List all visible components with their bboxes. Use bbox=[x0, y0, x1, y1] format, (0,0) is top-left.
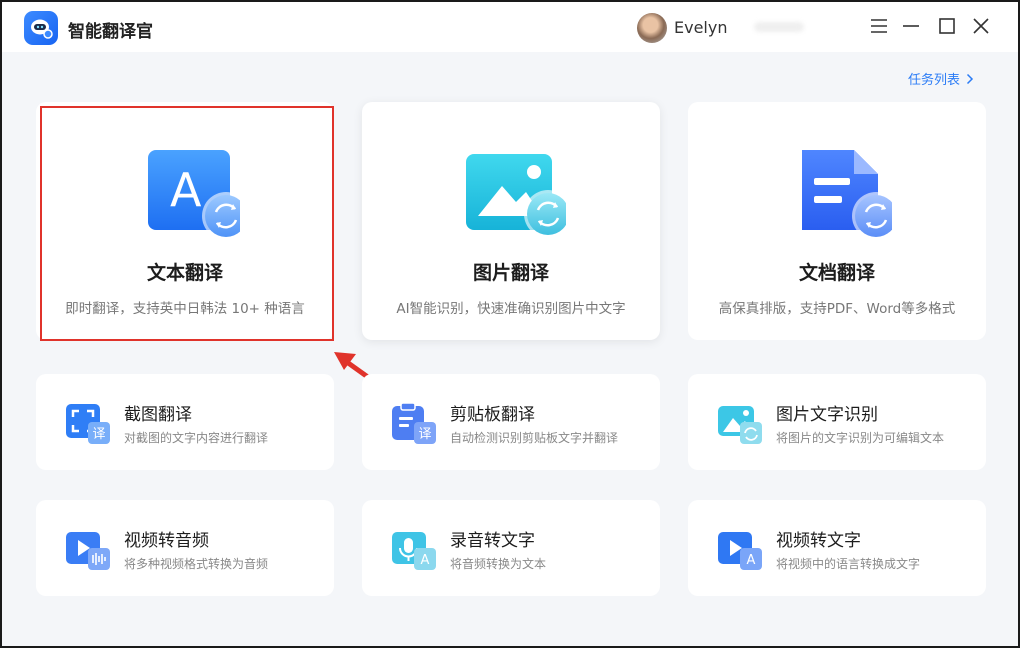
user-name[interactable]: Evelyn bbox=[674, 18, 727, 37]
text-translate-icon: A bbox=[130, 146, 250, 246]
video-to-audio-card[interactable]: 视频转音频 将多种视频格式转换为音频 bbox=[36, 500, 334, 596]
video-to-text-icon: A bbox=[716, 528, 764, 572]
card-description: 将视频中的语言转换成文字 bbox=[776, 557, 921, 571]
card-description: 将多种视频格式转换为音频 bbox=[124, 557, 269, 571]
badge-text: 译 bbox=[92, 427, 105, 442]
app-logo-icon bbox=[24, 11, 58, 45]
card-description: 将图片的文字识别为可编辑文本 bbox=[776, 431, 945, 445]
image-ocr-icon bbox=[716, 402, 764, 446]
task-list-link[interactable]: 任务列表 bbox=[908, 69, 974, 88]
card-title: 文本翻译 bbox=[146, 262, 223, 284]
minimize-icon[interactable] bbox=[900, 15, 922, 37]
menu-icon[interactable] bbox=[868, 15, 890, 37]
card-title: 视频转文字 bbox=[776, 531, 861, 551]
chevron-right-icon bbox=[966, 73, 974, 84]
card-description: 自动检测识别剪贴板文字并翻译 bbox=[450, 431, 619, 445]
document-translate-icon bbox=[782, 146, 900, 246]
badge-text: A bbox=[421, 553, 430, 568]
card-description: 对截图的文字内容进行翻译 bbox=[124, 431, 269, 445]
video-to-text-card[interactable]: A 视频转文字 将视频中的语言转换成文字 bbox=[688, 500, 986, 596]
blurred-area bbox=[754, 22, 804, 32]
clipboard-translate-icon: 译 bbox=[390, 402, 438, 446]
audio-to-text-icon: A bbox=[390, 528, 438, 572]
card-title: 视频转音频 bbox=[124, 531, 209, 551]
card-description: 高保真排版，支持PDF、Word等多格式 bbox=[718, 301, 956, 317]
app-title: 智能翻译官 bbox=[68, 22, 153, 42]
clipboard-translate-card[interactable]: 译 剪贴板翻译 自动检测识别剪贴板文字并翻译 bbox=[362, 374, 660, 470]
user-avatar[interactable] bbox=[637, 13, 667, 43]
video-to-audio-icon bbox=[64, 528, 112, 572]
card-title: 剪贴板翻译 bbox=[450, 405, 535, 425]
maximize-icon[interactable] bbox=[936, 15, 958, 37]
card-description: 即时翻译，支持英中日韩法 10+ 种语言 bbox=[65, 301, 305, 317]
card-title: 录音转文字 bbox=[450, 531, 535, 551]
screenshot-translate-icon: 译 bbox=[64, 402, 112, 446]
card-title: 文档翻译 bbox=[798, 262, 875, 284]
card-description: AI智能识别，快速准确识别图片中文字 bbox=[396, 301, 626, 317]
card-title: 图片翻译 bbox=[472, 262, 549, 284]
image-ocr-card[interactable]: 图片文字识别 将图片的文字识别为可编辑文本 bbox=[688, 374, 986, 470]
title-bar: 智能翻译官 Evelyn bbox=[2, 2, 1018, 52]
screenshot-translate-card[interactable]: 译 截图翻译 对截图的文字内容进行翻译 bbox=[36, 374, 334, 470]
card-title: 截图翻译 bbox=[124, 405, 192, 425]
task-list-label: 任务列表 bbox=[908, 73, 961, 88]
document-translate-card[interactable]: 文档翻译 高保真排版，支持PDF、Word等多格式 bbox=[688, 102, 986, 340]
image-translate-icon bbox=[456, 146, 572, 246]
svg-text:A: A bbox=[170, 163, 202, 217]
audio-to-text-card[interactable]: A 录音转文字 将音频转换为文本 bbox=[362, 500, 660, 596]
badge-text: A bbox=[747, 553, 756, 568]
badge-text: 译 bbox=[418, 427, 431, 442]
card-title: 图片文字识别 bbox=[776, 405, 878, 425]
text-translate-card[interactable]: A 文本翻译 即时翻译，支持英中日韩法 10+ 种语言 bbox=[36, 102, 334, 340]
card-description: 将音频转换为文本 bbox=[450, 557, 547, 571]
close-icon[interactable] bbox=[970, 15, 992, 37]
app-window: 智能翻译官 Evelyn 任务列表 A 文本翻译 即时翻译，支持英中日韩法 10… bbox=[0, 0, 1020, 648]
image-translate-card[interactable]: 图片翻译 AI智能识别，快速准确识别图片中文字 bbox=[362, 102, 660, 340]
